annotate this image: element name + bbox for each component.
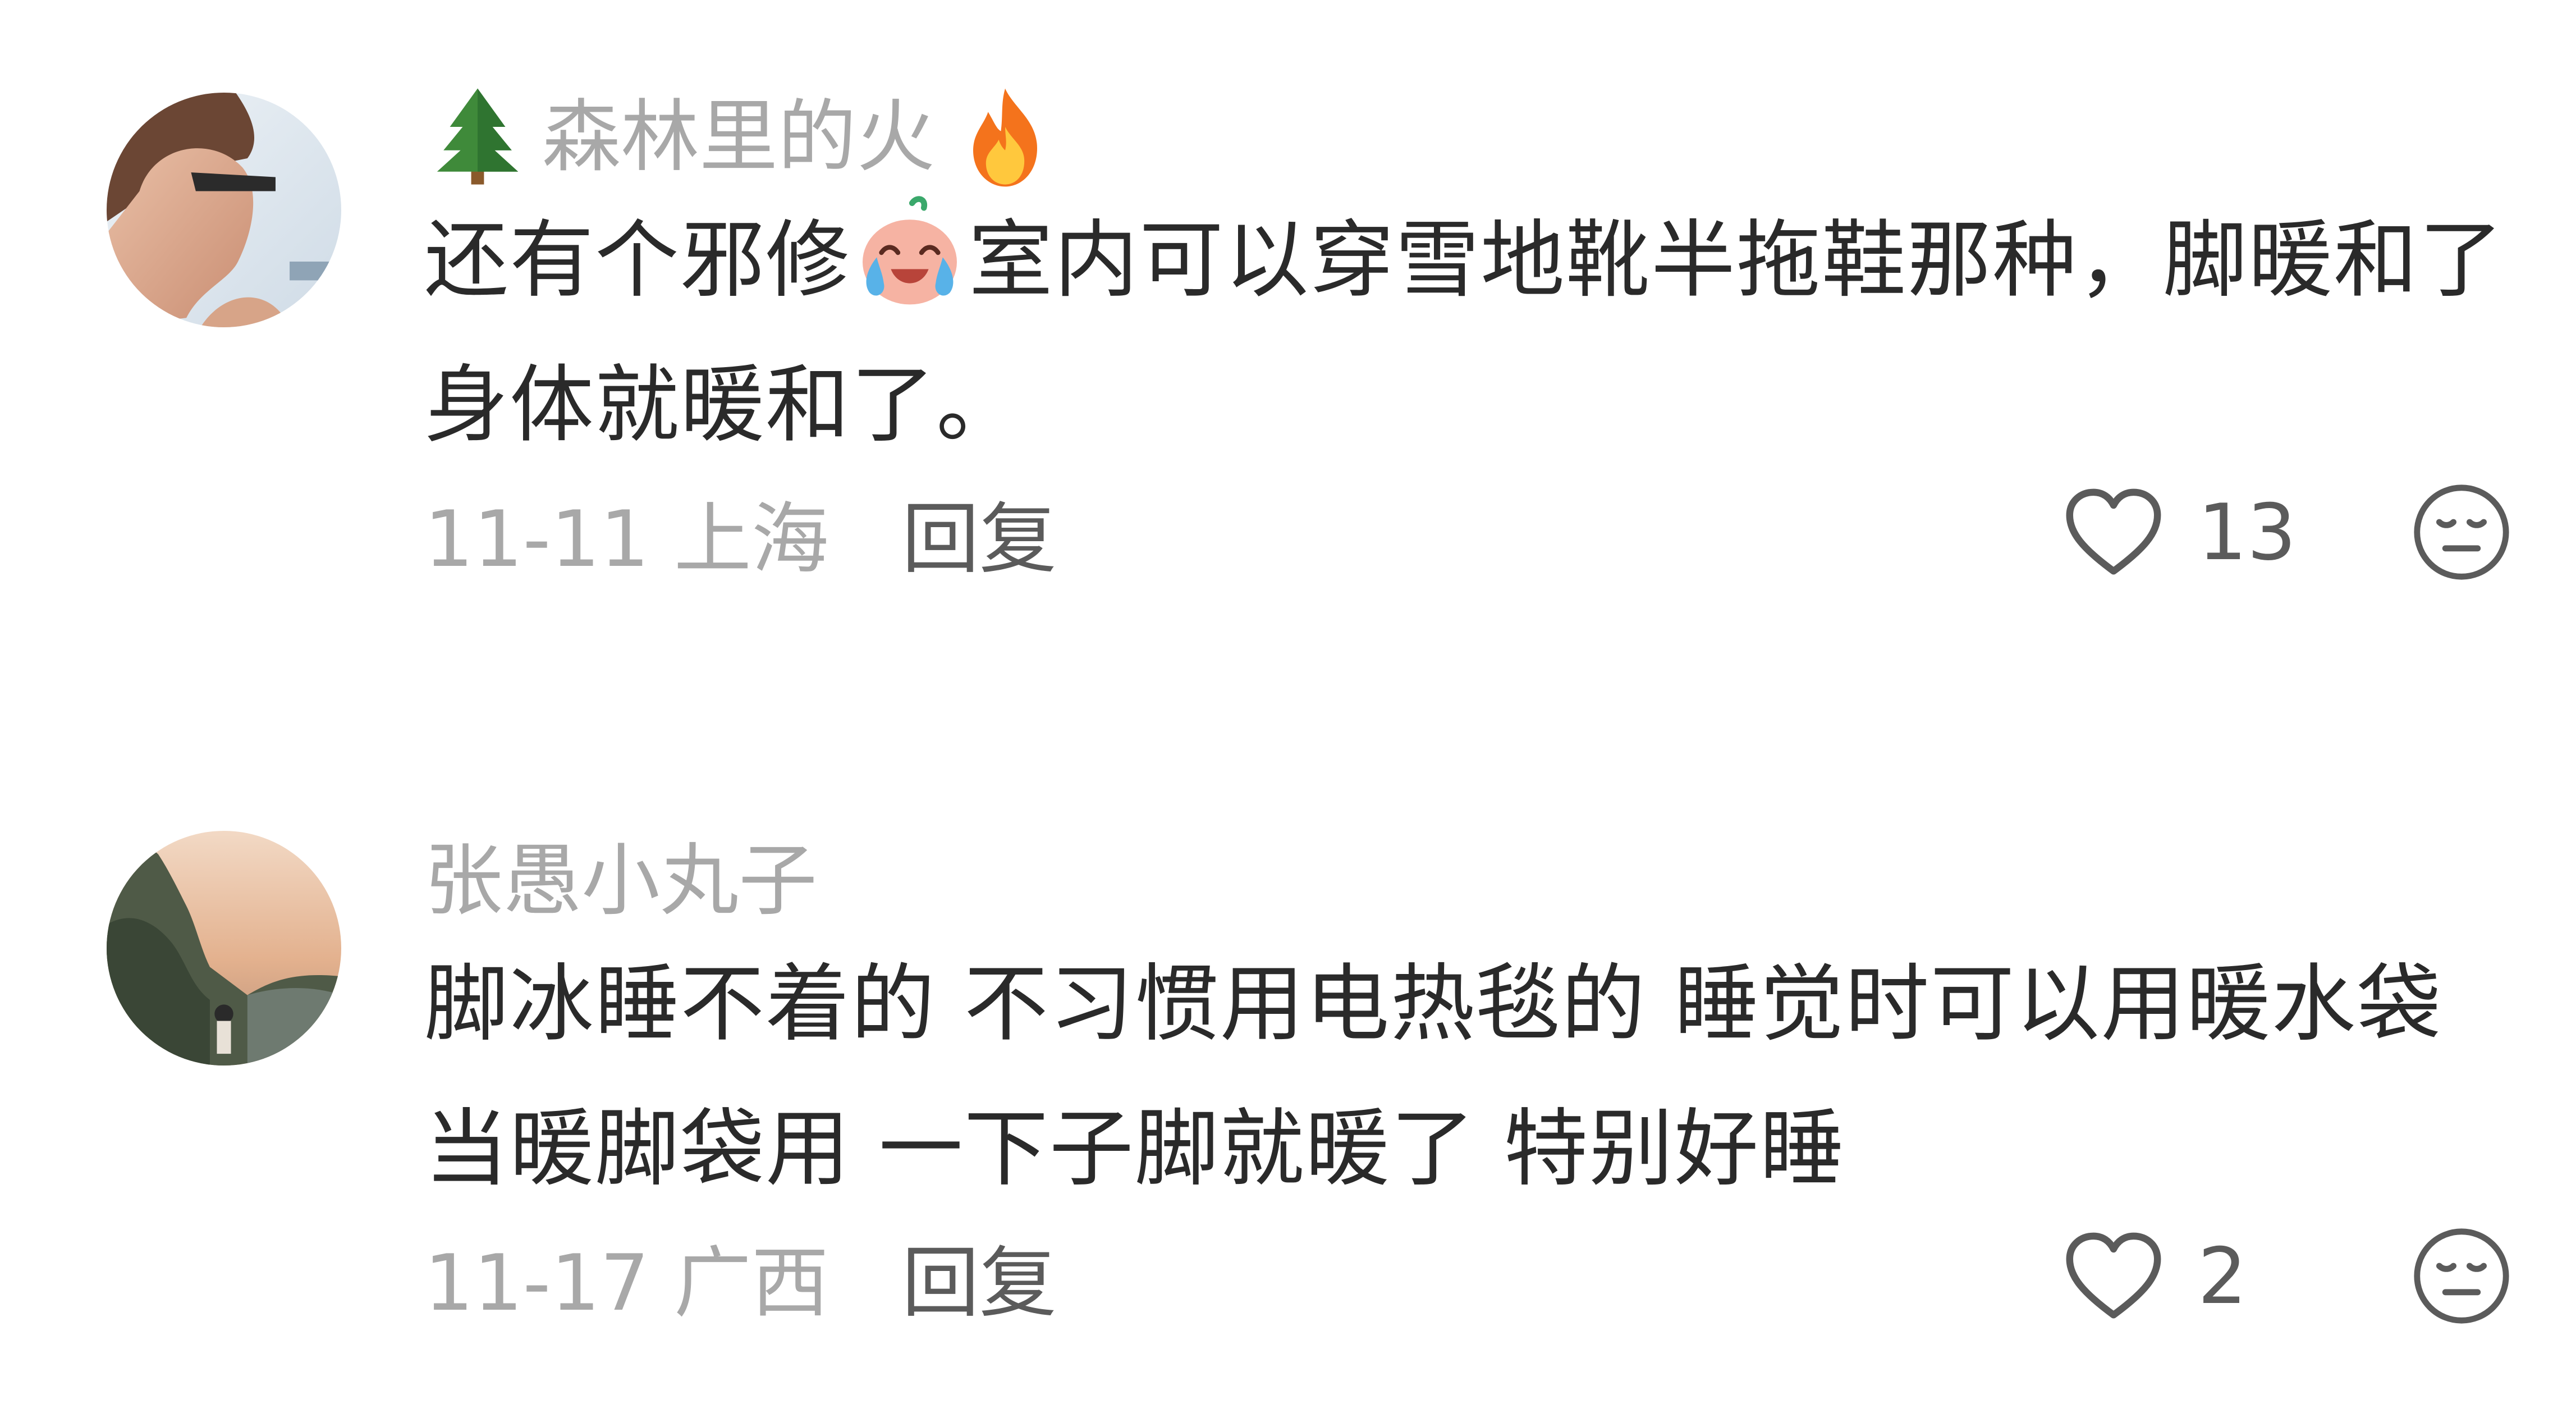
fire-icon [952, 84, 1058, 191]
comment-text: 脚冰睡不着的 不习惯用电热毯的 睡觉时可以用暖水袋当暖脚袋用 一下子脚就暖了 特… [424, 955, 2442, 1198]
username-text: 森林里的火 [542, 92, 936, 183]
like-count: 13 [2198, 487, 2297, 578]
meh-face-icon [2414, 1228, 2509, 1324]
avatar[interactable] [107, 831, 341, 1066]
username-row[interactable]: 张愚小丸子 [424, 839, 2512, 923]
username-row[interactable]: 森林里的火 [424, 88, 2512, 187]
reply-button[interactable]: 回复 [902, 1220, 1057, 1332]
like-button[interactable]: 13 [2063, 487, 2304, 578]
comment-text-part: 还有个邪修 [424, 212, 851, 309]
comment-body: 森林里的火 还有个邪修 室内可以穿雪地靴半拖鞋那种，脚暖和了身体就暖和了。 11… [424, 88, 2512, 584]
comment-actions: 2 [2063, 1228, 2512, 1324]
heart-outline-icon [2066, 1232, 2161, 1319]
meh-face-icon [2414, 484, 2509, 580]
comment-meta: 11-11 上海 回复 13 [424, 484, 2512, 584]
comment-body: 张愚小丸子 脚冰睡不着的 不习惯用电热毯的 睡觉时可以用暖水袋当暖脚袋用 一下子… [424, 839, 2512, 1328]
like-button[interactable]: 2 [2063, 1231, 2304, 1321]
username-text: 张愚小丸子 [424, 835, 818, 927]
comment-meta: 11-17 广西 回复 2 [424, 1228, 2512, 1328]
time-location: 11-17 广西 [424, 1238, 829, 1328]
crying-face-icon [851, 194, 969, 312]
evergreen-tree-icon [424, 84, 531, 191]
comment-text: 还有个邪修 室内可以穿雪地靴半拖鞋那种，脚暖和了身体就暖和了。 [424, 188, 2512, 478]
comment-actions: 13 [2063, 484, 2512, 580]
dislike-button[interactable] [2411, 1225, 2512, 1327]
like-count: 2 [2198, 1231, 2247, 1321]
avatar[interactable] [107, 93, 341, 327]
reply-button[interactable]: 回复 [902, 476, 1057, 588]
time-location: 11-11 上海 [424, 494, 829, 584]
heart-outline-icon [2066, 488, 2161, 575]
dislike-button[interactable] [2411, 482, 2512, 583]
